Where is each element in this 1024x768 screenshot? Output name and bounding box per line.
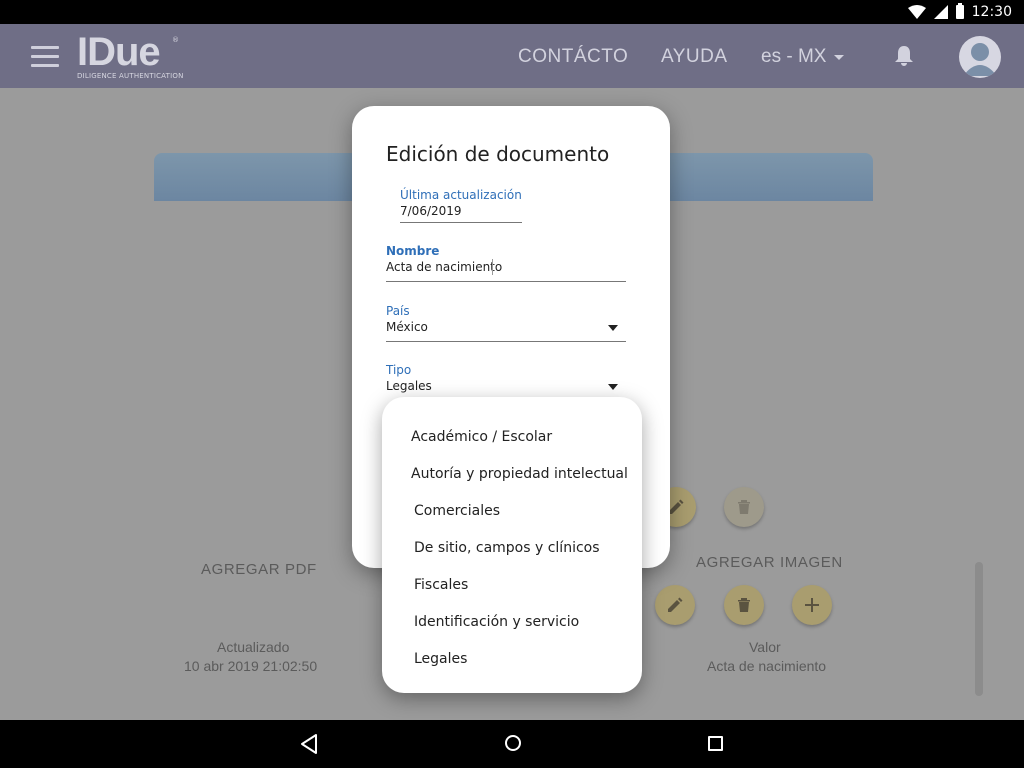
dropdown-option-legales[interactable]: Legales bbox=[414, 651, 467, 667]
last-update-label: Última actualización bbox=[400, 188, 522, 202]
language-value: es - MX bbox=[761, 46, 827, 67]
logo-text: IDue bbox=[77, 30, 161, 74]
last-update-underline bbox=[400, 222, 522, 223]
recent-apps-icon[interactable] bbox=[708, 736, 723, 751]
plus-icon bbox=[805, 598, 819, 612]
dropdown-option-autoria[interactable]: Autoría y propiedad intelectual bbox=[411, 466, 628, 482]
dropdown-arrow-icon[interactable] bbox=[608, 384, 618, 390]
home-icon[interactable] bbox=[505, 735, 521, 751]
battery-icon bbox=[955, 3, 964, 19]
scrollbar[interactable] bbox=[975, 562, 983, 696]
type-dropdown-menu: Académico / Escolar Autoría y propiedad … bbox=[382, 397, 642, 693]
add-image-round-button[interactable] bbox=[792, 585, 832, 625]
country-select[interactable]: México bbox=[386, 320, 428, 334]
dropdown-option-identificacion[interactable]: Identificación y servicio bbox=[414, 614, 579, 630]
chevron-down-icon bbox=[834, 54, 845, 60]
updated-label: Actualizado bbox=[217, 639, 290, 655]
delete-image-button[interactable] bbox=[724, 585, 764, 625]
add-pdf-button[interactable]: AGREGAR PDF bbox=[201, 561, 317, 578]
updated-value: 10 abr 2019 21:02:50 bbox=[184, 658, 318, 674]
country-label: País bbox=[386, 304, 410, 318]
dropdown-option-academico[interactable]: Académico / Escolar bbox=[411, 429, 552, 445]
type-label: Tipo bbox=[386, 363, 412, 377]
nav-contact-link[interactable]: CONTÁCTO bbox=[518, 46, 628, 68]
last-update-field[interactable]: 7/06/2019 bbox=[400, 204, 462, 218]
dropdown-option-comerciales[interactable]: Comerciales bbox=[414, 503, 500, 519]
logo: IDue ® DILIGENCE AUTHENTICATION bbox=[77, 32, 184, 80]
back-icon[interactable] bbox=[299, 733, 319, 755]
name-label: Nombre bbox=[386, 244, 440, 258]
logo-subtitle: DILIGENCE AUTHENTICATION bbox=[77, 72, 184, 80]
edit-image-button[interactable] bbox=[655, 585, 695, 625]
value-label: Valor bbox=[749, 639, 781, 655]
status-bar: 12:30 bbox=[0, 0, 1024, 24]
wifi-icon bbox=[907, 5, 926, 19]
trash-icon bbox=[738, 598, 750, 612]
language-selector[interactable]: es - MX bbox=[761, 46, 845, 68]
logo-registered: ® bbox=[172, 36, 179, 44]
name-underline bbox=[386, 281, 626, 282]
pencil-icon bbox=[668, 597, 683, 612]
avatar[interactable] bbox=[959, 36, 1001, 78]
country-underline bbox=[386, 341, 626, 342]
delete-button-top[interactable] bbox=[724, 487, 764, 527]
signal-icon bbox=[933, 5, 948, 19]
user-icon bbox=[963, 43, 997, 76]
type-select[interactable]: Legales bbox=[386, 379, 432, 393]
dropdown-arrow-icon[interactable] bbox=[608, 325, 618, 331]
bell-icon[interactable] bbox=[894, 45, 914, 67]
menu-icon[interactable] bbox=[31, 46, 59, 67]
system-nav-bar bbox=[0, 720, 1024, 768]
nav-help-link[interactable]: AYUDA bbox=[661, 46, 728, 68]
text-cursor bbox=[492, 259, 493, 275]
dropdown-option-fiscales[interactable]: Fiscales bbox=[414, 577, 468, 593]
dropdown-option-de-sitio[interactable]: De sitio, campos y clínicos bbox=[414, 540, 600, 556]
name-field[interactable]: Acta de nacimiento bbox=[386, 260, 502, 274]
trash-icon bbox=[738, 500, 750, 514]
value-value: Acta de nacimiento bbox=[707, 658, 827, 674]
dialog-title: Edición de documento bbox=[386, 142, 610, 166]
app-bar: IDue ® DILIGENCE AUTHENTICATION CONTÁCTO… bbox=[0, 24, 1024, 88]
add-image-button[interactable]: AGREGAR IMAGEN bbox=[696, 554, 843, 571]
status-time: 12:30 bbox=[971, 4, 1012, 20]
